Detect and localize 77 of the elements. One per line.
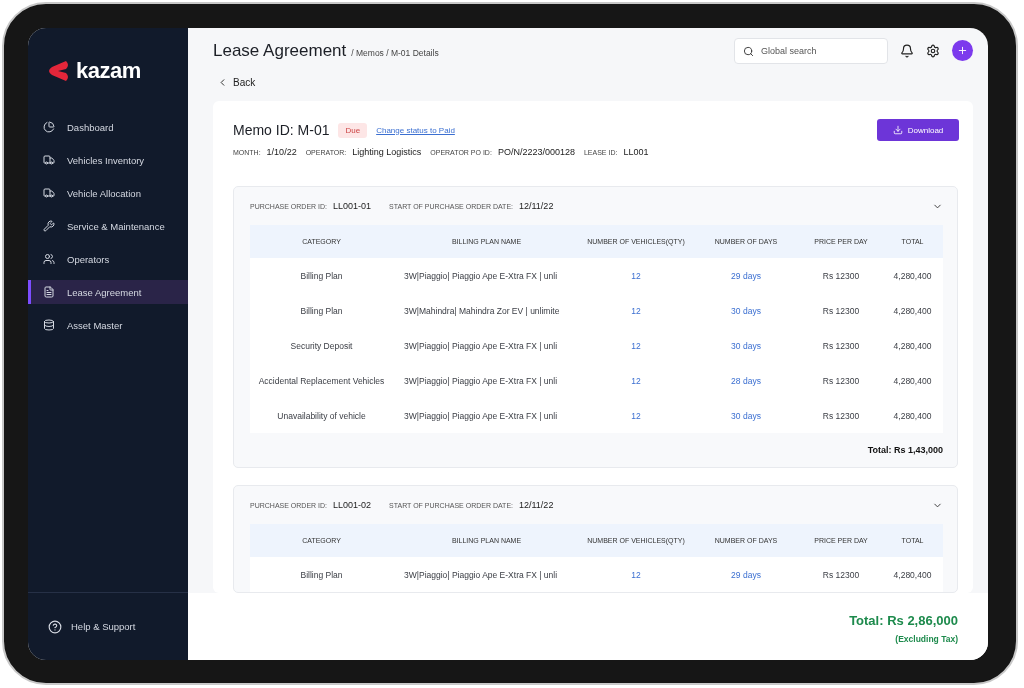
nav-icon xyxy=(43,253,55,265)
po-id: LL001-02 xyxy=(333,500,372,510)
table-cell: 4,280,400 xyxy=(882,557,943,592)
table-cell: 4,280,400 xyxy=(882,293,943,328)
nav-item[interactable]: Vehicle Allocation xyxy=(28,181,188,205)
memo-title: Memo ID: M-01 xyxy=(233,122,330,138)
nav-item[interactable]: Service & Maintenance xyxy=(28,214,188,238)
download-button[interactable]: Download xyxy=(877,119,959,141)
table-cell: 4,280,400 xyxy=(882,328,943,363)
help-link[interactable]: Help & Support xyxy=(71,621,136,632)
table-cell: Rs 12300 xyxy=(800,398,882,433)
change-status-link[interactable]: Change status to Paid xyxy=(376,125,455,135)
table-cell: Rs 12300 xyxy=(800,293,882,328)
add-button[interactable] xyxy=(952,40,973,62)
table-cell: Billing Plan xyxy=(250,293,393,328)
nav-icon xyxy=(43,187,55,199)
table-cell: Billing Plan xyxy=(250,258,393,293)
back-link[interactable]: Back xyxy=(213,73,973,92)
table-cell: 30 days xyxy=(692,328,800,363)
breadcrumb: / Memos / M-01 Details xyxy=(351,47,439,58)
table-cell: Rs 12300 xyxy=(800,258,882,293)
po-date: 12/11/22 xyxy=(519,201,554,211)
meta-value: Lighting Logistics xyxy=(352,147,422,157)
table-cell: 12 xyxy=(580,293,692,328)
nav-icon xyxy=(43,154,55,166)
logo-text: kazam xyxy=(76,58,141,84)
table-cell: Unavailability of vehicle xyxy=(250,398,393,433)
plus-icon xyxy=(957,45,968,57)
download-icon xyxy=(892,125,903,135)
table-cell: 12 xyxy=(580,363,692,398)
table-cell: 29 days xyxy=(692,557,800,592)
po-date: 12/11/22 xyxy=(519,500,554,510)
meta-value: LL001 xyxy=(623,147,649,157)
status-badge: Due xyxy=(338,122,368,138)
table-cell: 4,280,400 xyxy=(882,363,943,398)
table-cell: 3W|Piaggio| Piaggio Ape E-Xtra FX | unli xyxy=(393,258,580,293)
table-cell: 12 xyxy=(580,258,692,293)
meta-value: 1/10/22 xyxy=(266,147,297,157)
table-cell: 4,280,400 xyxy=(882,398,943,433)
settings-icon[interactable] xyxy=(926,43,940,58)
table-cell: Billing Plan xyxy=(250,557,393,592)
table-cell: 12 xyxy=(580,328,692,363)
table-cell: Rs 12300 xyxy=(800,363,882,398)
po-id: LL001-01 xyxy=(333,201,372,211)
search-field[interactable]: Global search xyxy=(734,37,888,64)
table-cell: Rs 12300 xyxy=(800,328,882,363)
nav-icon xyxy=(43,121,55,133)
table-cell: 28 days xyxy=(692,363,800,398)
nav-item[interactable]: Operators xyxy=(28,247,188,271)
table-cell: 12 xyxy=(580,557,692,592)
table-cell: 4,280,400 xyxy=(882,258,943,293)
nav-icon xyxy=(43,286,55,298)
table-cell: 3W|Piaggio| Piaggio Ape E-Xtra FX | unli xyxy=(393,398,580,433)
table-cell: 3W|Piaggio| Piaggio Ape E-Xtra FX | unli xyxy=(393,328,580,363)
help-icon[interactable] xyxy=(48,619,62,634)
nav-icon xyxy=(43,220,55,232)
table-cell: 3W|Mahindra| Mahindra Zor EV | unlimite xyxy=(393,293,580,328)
bell-icon[interactable] xyxy=(900,43,914,58)
table-cell: Rs 12300 xyxy=(800,557,882,592)
table-cell: 3W|Piaggio| Piaggio Ape E-Xtra FX | unli xyxy=(393,363,580,398)
table-cell: 30 days xyxy=(692,398,800,433)
nav-icon xyxy=(43,319,55,331)
table-cell: 12 xyxy=(580,398,692,433)
table-cell: 3W|Piaggio| Piaggio Ape E-Xtra FX | unli xyxy=(393,557,580,592)
nav-item[interactable]: Asset Master xyxy=(28,313,188,337)
nav-item[interactable]: Dashboard xyxy=(28,115,188,139)
meta-value: PO/N/2223/000128 xyxy=(497,147,575,157)
table-cell: Accidental Replacement Vehicles xyxy=(250,363,393,398)
nav-item[interactable]: Lease Agreement xyxy=(28,280,188,304)
tax-note: (Excluding Tax) xyxy=(895,634,958,644)
table-cell: 29 days xyxy=(692,258,800,293)
table-cell: 30 days xyxy=(692,293,800,328)
po-total: Total: Rs 1,43,000 xyxy=(866,444,943,457)
nav-item[interactable]: Vehicles Inventory xyxy=(28,148,188,172)
page-title: Lease Agreement xyxy=(213,40,347,61)
grand-total: Total: Rs 2,86,000 xyxy=(849,613,958,628)
table-cell: Security Deposit xyxy=(250,328,393,363)
